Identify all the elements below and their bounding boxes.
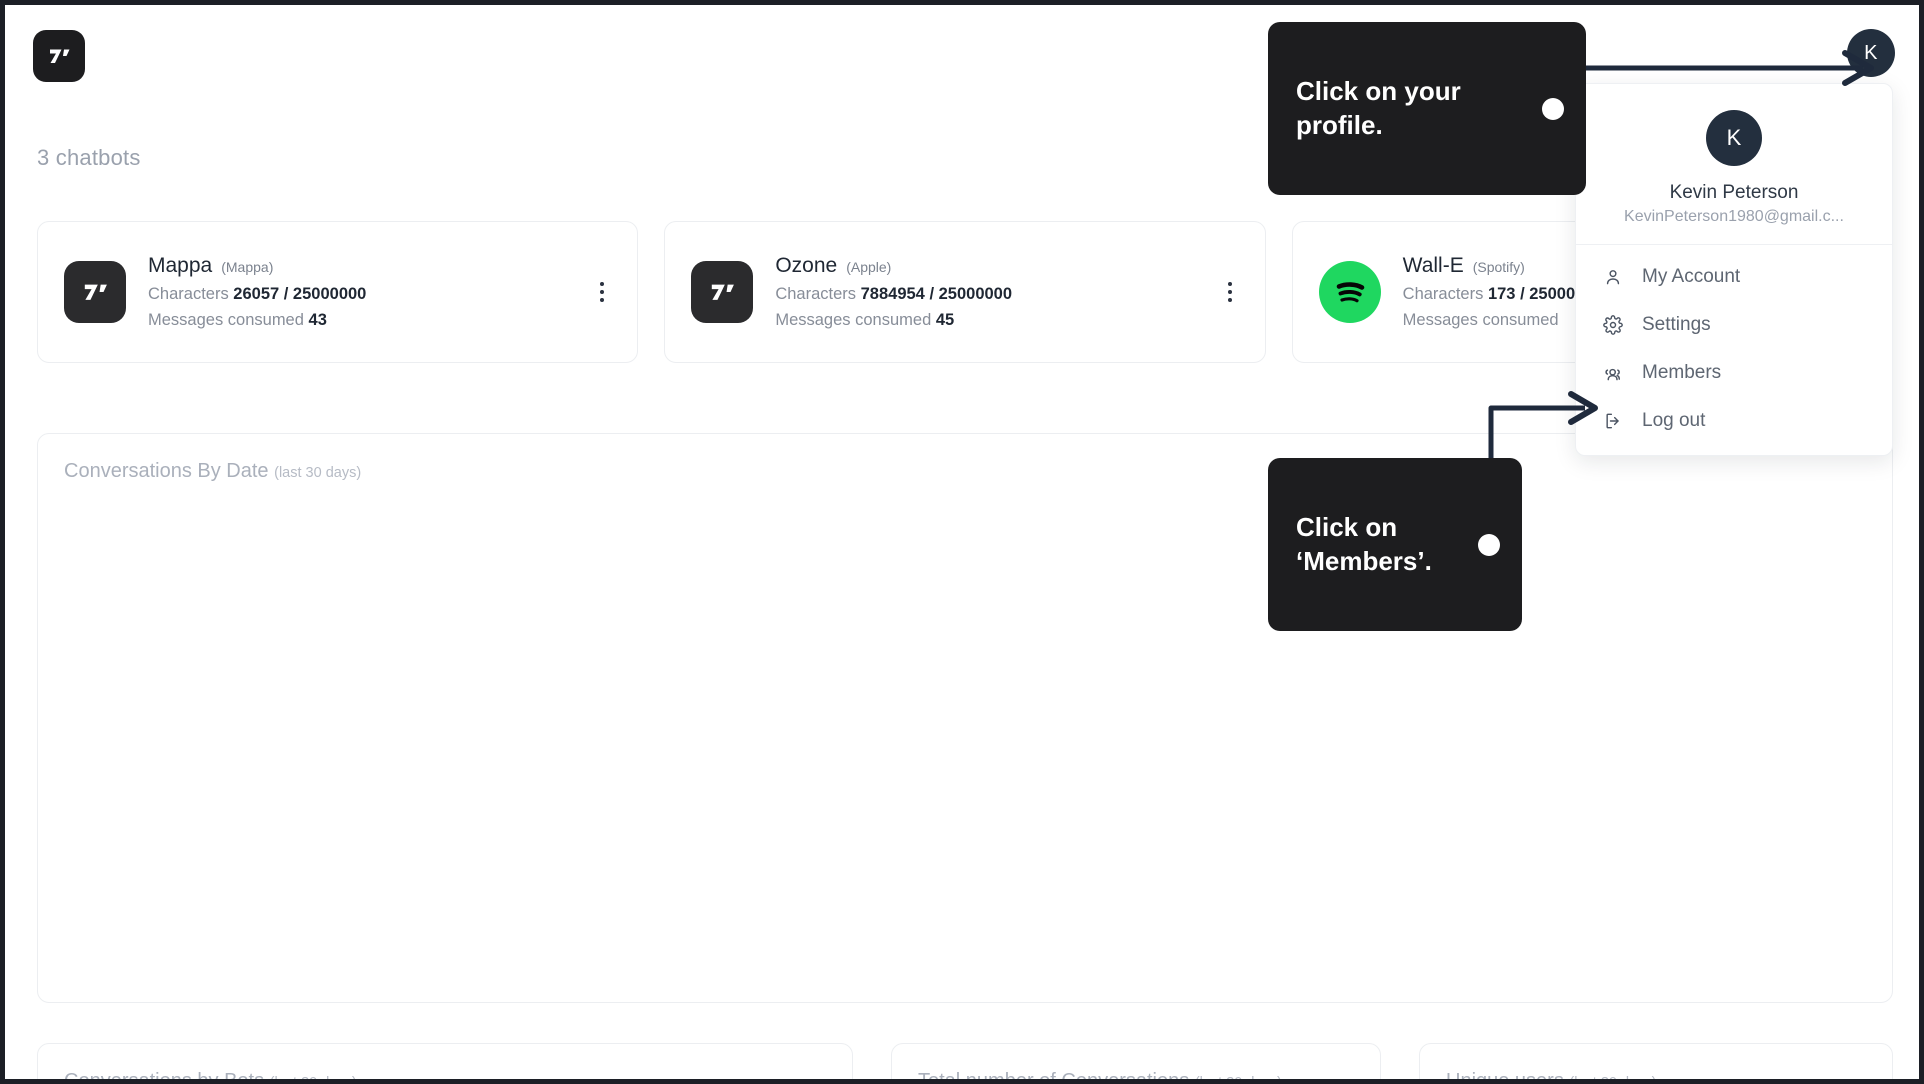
chatbot-source: (Mappa) xyxy=(221,259,274,275)
chatbot-card-menu-button[interactable] xyxy=(589,277,615,307)
menu-item-settings[interactable]: Settings xyxy=(1576,301,1892,349)
menu-item-log-out[interactable]: Log out xyxy=(1576,397,1892,445)
dot xyxy=(1227,298,1232,302)
callout-anchor-dot xyxy=(1542,97,1564,120)
profile-email: KevinPeterson1980@gmail.c... xyxy=(1624,208,1844,225)
panel-title-period: (last 30 days) xyxy=(1194,1075,1282,1084)
chatbot-messages-line: Messages consumed 45 xyxy=(775,311,1216,330)
profile-avatar-initial: K xyxy=(1864,41,1878,64)
chatbot-card-body: Ozone (Apple) Characters 7884954 / 25000… xyxy=(775,254,1216,330)
user-icon xyxy=(1602,266,1624,288)
menu-item-members[interactable]: Members xyxy=(1576,349,1892,397)
unique-users-panel: Unique users (last 30 days) xyxy=(1419,1043,1893,1084)
chatbot-source: (Apple) xyxy=(846,259,892,275)
panel-title-text: Conversations By Date xyxy=(64,460,269,482)
chatbot-messages-line: Messages consumed 43 xyxy=(148,311,589,330)
panel-title: Unique users (last 30 days) xyxy=(1446,1070,1657,1084)
panel-title-period: (last 30 days) xyxy=(274,465,362,481)
callout-click-members: Click on ‘Members’. xyxy=(1268,458,1522,632)
dot xyxy=(1227,282,1232,286)
logout-icon xyxy=(1602,410,1624,432)
menu-item-label: Members xyxy=(1642,362,1722,383)
chatbot-card-title-row: Ozone (Apple) xyxy=(775,254,1216,278)
panel-title-text: Conversations by Bots xyxy=(64,1070,265,1084)
chatbot-card-body: Mappa (Mappa) Characters 26057 / 2500000… xyxy=(148,254,589,330)
avatar: K xyxy=(1706,110,1762,166)
chatbot-card-title-row: Mappa (Mappa) xyxy=(148,254,589,278)
conversations-by-bots-panel: Conversations by Bots (last 30 days) xyxy=(37,1043,853,1084)
spotify-icon xyxy=(1318,261,1381,323)
chatbot-card[interactable]: Ozone (Apple) Characters 7884954 / 25000… xyxy=(664,221,1266,363)
chatbot-card-menu-button[interactable] xyxy=(1217,277,1243,307)
panel-title-text: Unique users xyxy=(1446,1070,1564,1084)
chatbase-logo-icon[interactable] xyxy=(33,30,85,82)
callout-anchor-dot xyxy=(1478,533,1500,556)
dot xyxy=(600,282,605,286)
app-canvas: K 3 chatbots Mappa (Mappa) Characters 26… xyxy=(5,5,1919,1079)
app-window: K 3 chatbots Mappa (Mappa) Characters 26… xyxy=(0,0,1924,1084)
chatbot-characters-line: Characters 26057 / 25000000 xyxy=(148,285,589,304)
messages-label: Messages consumed xyxy=(148,311,304,329)
menu-item-label: Settings xyxy=(1642,314,1711,335)
chatbot-name: Wall-E xyxy=(1402,254,1464,277)
conversations-by-date-panel: Conversations By Date (last 30 days) xyxy=(37,433,1893,1003)
panel-title: Conversations by Bots (last 30 days) xyxy=(64,1070,357,1084)
callout-click-profile: Click on your profile. xyxy=(1268,22,1586,196)
panel-title-period: (last 30 days) xyxy=(269,1075,357,1084)
chatbase-logo-icon xyxy=(64,261,126,323)
callout-text: Click on your profile. xyxy=(1296,76,1461,140)
chatbot-name: Ozone xyxy=(775,254,838,277)
avatar-initial: K xyxy=(1726,125,1742,150)
total-conversations-panel: Total number of Conversations (last 30 d… xyxy=(891,1043,1381,1084)
profile-avatar[interactable]: K xyxy=(1847,29,1895,77)
panel-title-period: (last 30 days) xyxy=(1569,1075,1657,1084)
characters-value: 7884954 / 25000000 xyxy=(860,285,1013,303)
messages-label: Messages consumed xyxy=(1402,311,1559,329)
callout-text: Click on ‘Members’. xyxy=(1296,512,1432,576)
chatbot-characters-line: Characters 7884954 / 25000000 xyxy=(775,285,1216,304)
profile-dropdown-header: K Kevin Peterson KevinPeterson1980@gmail… xyxy=(1576,84,1892,245)
characters-label: Characters xyxy=(775,285,857,303)
menu-item-my-account[interactable]: My Account xyxy=(1576,253,1892,301)
users-group-icon xyxy=(1602,362,1624,384)
chatbot-source: (Spotify) xyxy=(1472,259,1525,275)
chatbot-count-label: 3 chatbots xyxy=(37,145,141,170)
chatbot-card[interactable]: Mappa (Mappa) Characters 26057 / 2500000… xyxy=(37,221,639,363)
gear-icon xyxy=(1602,314,1624,336)
chatbase-logo-icon xyxy=(691,261,754,323)
panel-title-text: Total number of Conversations xyxy=(918,1070,1190,1084)
profile-dropdown-menu: K Kevin Peterson KevinPeterson1980@gmail… xyxy=(1575,83,1893,456)
menu-item-label: Log out xyxy=(1642,410,1706,431)
chatbot-name: Mappa xyxy=(148,254,213,277)
dot xyxy=(600,290,605,294)
dot xyxy=(600,298,605,302)
characters-label: Characters xyxy=(148,285,229,303)
dot xyxy=(1227,290,1232,294)
messages-value: 45 xyxy=(935,311,955,329)
messages-label: Messages consumed xyxy=(775,311,932,329)
menu-item-label: My Account xyxy=(1642,266,1741,287)
panel-title: Conversations By Date (last 30 days) xyxy=(64,460,361,483)
characters-label: Characters xyxy=(1402,285,1484,303)
panel-title: Total number of Conversations (last 30 d… xyxy=(918,1070,1282,1084)
profile-name: Kevin Peterson xyxy=(1669,182,1799,203)
messages-value: 43 xyxy=(308,311,327,329)
characters-value: 26057 / 25000000 xyxy=(233,285,367,303)
profile-dropdown-items: My Account Settings Members Log out xyxy=(1576,245,1892,445)
